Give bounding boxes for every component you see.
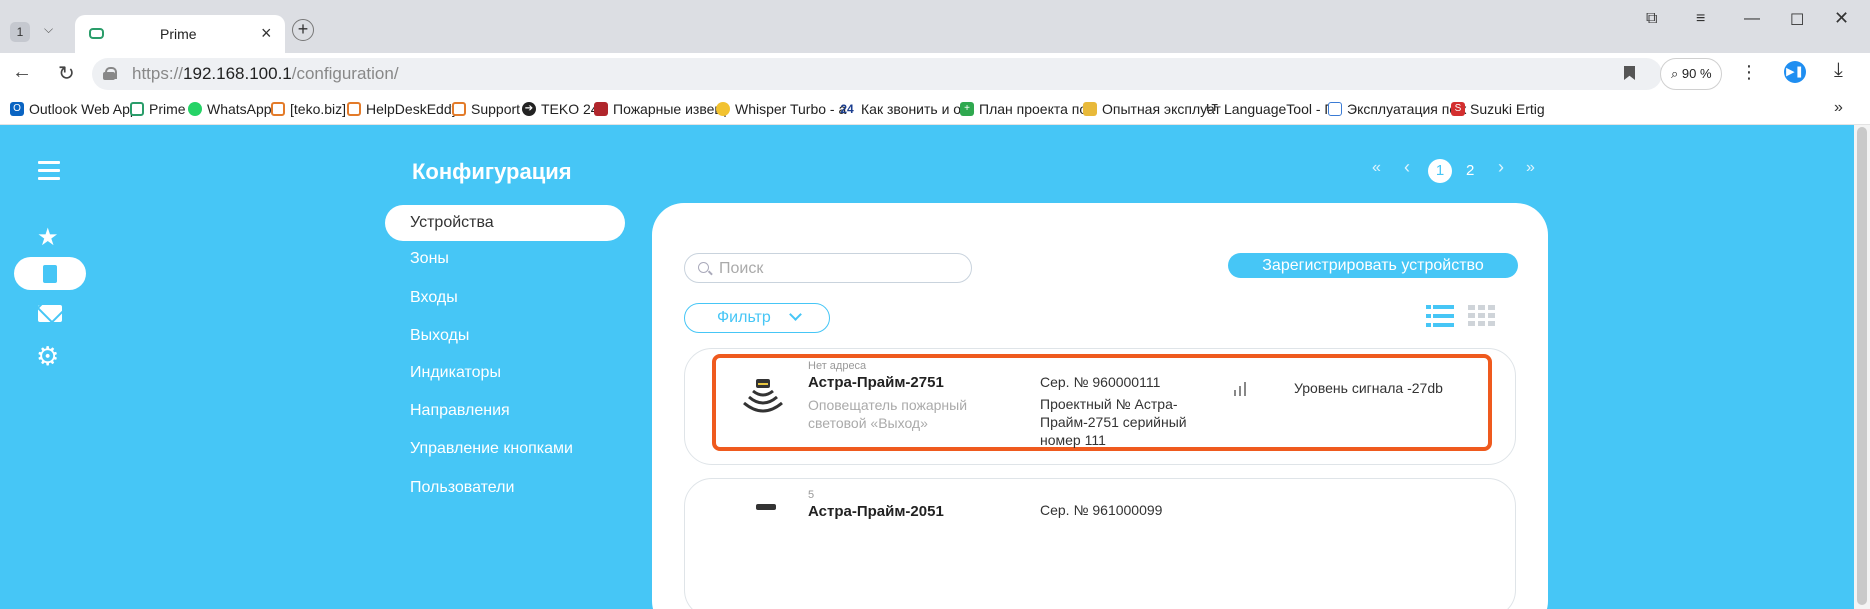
pagination-next-icon[interactable]: › [1498, 157, 1504, 178]
prime-icon [130, 102, 144, 116]
list-view-icon[interactable] [1426, 305, 1454, 327]
register-device-button[interactable]: Зарегистрировать устройство [1228, 253, 1518, 278]
gear-icon[interactable]: ⚙ [36, 341, 59, 372]
filter-button[interactable]: Фильтр [684, 303, 830, 333]
address-bar: ← ↻ https://192.168.100.1/configuration/… [0, 53, 1870, 95]
nav-item-zones[interactable]: Зоны [385, 241, 625, 277]
languagetool-icon: LT [1206, 103, 1218, 114]
browser-menu-icon[interactable]: ≡ [1696, 10, 1705, 28]
suzuki-icon: S [1451, 102, 1465, 116]
search-placeholder: Поиск [719, 260, 764, 277]
chevron-down-icon [789, 308, 802, 321]
bookmark-item[interactable]: Пожарные извещ [594, 101, 726, 117]
doc-icon [1328, 102, 1342, 116]
lock-icon [103, 67, 117, 80]
minimize-icon[interactable]: — [1744, 10, 1760, 28]
browser-tab[interactable]: Prime × [75, 15, 285, 53]
bookmark-item[interactable]: Эксплуатация пож [1328, 101, 1466, 117]
hamburger-menu-icon[interactable] [38, 161, 60, 185]
url-field[interactable]: https://192.168.100.1/configuration/ [92, 58, 1662, 90]
tab-list-chevron-icon[interactable]: ⌵ [44, 22, 53, 37]
plan-icon: + [960, 102, 974, 116]
device-name: Астра-Прайм-2751 [808, 374, 944, 391]
page-scrollbar[interactable] [1854, 125, 1870, 609]
nav-item-users[interactable]: Пользователи [385, 470, 625, 506]
new-tab-button[interactable]: + [292, 19, 314, 41]
back-icon[interactable]: ← [12, 61, 32, 84]
bookmark-item[interactable]: WhatsApp [188, 101, 272, 117]
bookmark-item[interactable]: O Outlook Web App [10, 101, 138, 117]
star-icon[interactable]: ★ [37, 223, 59, 252]
bookmark-item[interactable]: + План проекта по [960, 101, 1087, 117]
bookmark-item[interactable]: ➔ TEKO 24 [522, 101, 599, 117]
search-input[interactable]: Поиск [684, 253, 972, 283]
bookmarks-bar: O Outlook Web App Prime WhatsApp [teko.bi… [0, 95, 1870, 125]
mail-icon[interactable] [38, 305, 62, 322]
nav-item-indicators[interactable]: Индикаторы [385, 355, 625, 391]
tab-title: Prime [160, 26, 197, 42]
extension-icon[interactable]: ▶❚ [1784, 61, 1806, 83]
device-project-number: Проектный № Астра- Прайм-2751 серийный ном… [1040, 396, 1187, 448]
pagination-page-2[interactable]: 2 [1466, 162, 1474, 179]
reload-icon[interactable]: ↻ [58, 61, 75, 86]
folder-icon [1083, 102, 1097, 116]
whisper-icon [716, 102, 730, 116]
device-type: Оповещатель пожарный световой «Выход» [808, 397, 968, 431]
signal-bars-icon [1234, 380, 1252, 396]
bookmark-item[interactable]: Prime [130, 101, 186, 117]
tabs-collection-icon[interactable]: ⧉ [1646, 10, 1657, 28]
bookmark-item[interactable]: S Suzuki Ertig [1451, 101, 1545, 117]
grid-view-icon[interactable] [1468, 305, 1496, 327]
url-text: https://192.168.100.1/configuration/ [132, 64, 399, 83]
page-title: Конфигурация [412, 159, 572, 184]
device-serial: Сер. № 961000099 [1040, 502, 1163, 518]
bookmark-item[interactable]: Support [452, 101, 520, 117]
download-icon[interactable]: ⤓ [1834, 59, 1843, 82]
bookmark-item[interactable]: [teko.biz] [271, 101, 346, 117]
zoom-indicator[interactable]: ⌕ 90 % [1660, 58, 1722, 90]
nav-item-devices[interactable]: Устройства [385, 205, 625, 241]
outlook-icon: O [10, 102, 24, 116]
pagination-last-icon[interactable]: » [1526, 159, 1535, 177]
pagination-prev-icon[interactable]: ‹ [1404, 157, 1410, 178]
page-menu-icon[interactable]: ⋮ [1740, 62, 1758, 83]
bookmark-item[interactable]: 24 Как звонить и отв [838, 101, 974, 117]
bookmark-page-icon[interactable] [1624, 66, 1635, 80]
nav-item-inputs[interactable]: Входы [385, 280, 625, 316]
device-address: 5 [808, 489, 815, 501]
filter-label: Фильтр [717, 309, 771, 326]
support-icon [452, 102, 466, 116]
maximize-icon[interactable]: ☐ [1790, 10, 1804, 30]
nav-item-directions[interactable]: Направления [385, 393, 625, 429]
bookmarks-overflow-icon[interactable]: » [1834, 99, 1843, 117]
fire-icon [594, 102, 608, 116]
tab-close-icon[interactable]: × [261, 23, 272, 44]
pagination-page-current[interactable]: 1 [1428, 159, 1452, 183]
device-address: Нет адреса [808, 360, 867, 372]
sounder-wireless-icon [756, 504, 776, 510]
whatsapp-icon [188, 102, 202, 116]
call-icon: 24 [840, 102, 854, 116]
helpdesk-icon [347, 102, 361, 116]
search-icon [698, 262, 709, 273]
scrollbar-thumb[interactable] [1857, 127, 1867, 605]
bookmark-item[interactable]: LT LanguageTool - П [1205, 101, 1334, 117]
document-icon [43, 265, 57, 283]
window-close-icon[interactable]: ✕ [1834, 8, 1849, 29]
prime-favicon-icon [89, 28, 104, 39]
tab-counter[interactable]: 1 [10, 22, 30, 42]
bookmark-item[interactable]: HelpDeskEddy [347, 101, 459, 117]
device-signal-level: Уровень сигнала -27db [1294, 380, 1443, 396]
teko24-icon: ➔ [522, 102, 536, 116]
nav-item-button-control[interactable]: Управление кнопками [385, 431, 625, 467]
nav-item-outputs[interactable]: Выходы [385, 318, 625, 354]
bookmark-item[interactable]: Опытная эксплуат [1083, 101, 1221, 117]
bookmark-item[interactable]: Whisper Turbo - a [716, 101, 846, 117]
sounder-wireless-icon [743, 379, 783, 413]
pagination-first-icon[interactable]: « [1372, 159, 1381, 177]
browser-tab-bar: 1 ⌵ Prime × + ⧉ ≡ — ☐ ✕ [0, 0, 1870, 53]
device-serial: Сер. № 960000111 [1040, 374, 1161, 390]
teko-icon [271, 102, 285, 116]
device-name: Астра-Прайм-2051 [808, 503, 944, 520]
